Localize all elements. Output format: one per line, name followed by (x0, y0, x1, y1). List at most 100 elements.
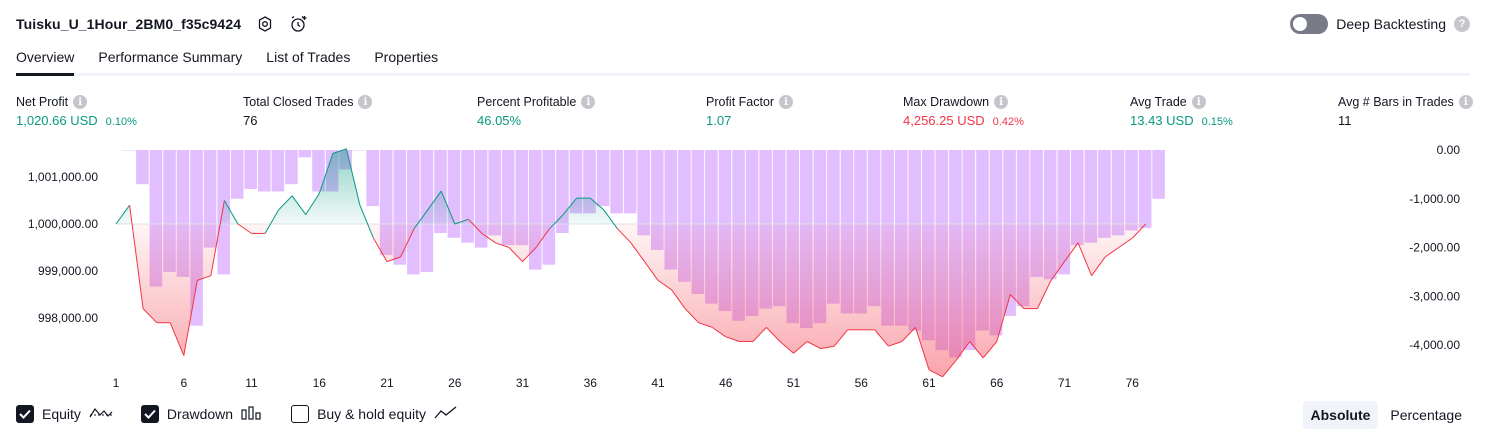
drawdown-axis-tick-label: -4,000.00 (1409, 338, 1460, 352)
metric-percent-profitable: Percent Profitable i 46.05% (477, 94, 596, 129)
info-icon[interactable]: i (779, 95, 794, 109)
metric-value: 11 (1338, 113, 1352, 128)
metric-percent: 0.10% (105, 116, 137, 128)
legend-equity[interactable]: Equity (16, 405, 113, 423)
drawdown-bar (1111, 150, 1125, 236)
tab-list-of-trades[interactable]: List of Trades (266, 44, 350, 73)
deep-backtesting-toggle[interactable] (1290, 14, 1329, 34)
drawdown-bar (122, 150, 136, 151)
metric-percent: 0.15% (1201, 116, 1233, 128)
metrics-row: Net Profit i 1,020.66 USD 0.10% Total Clos… (0, 94, 1486, 134)
equity-axis-tick-label: 999,000.00 (38, 264, 98, 278)
legend-equity-label: Equity (42, 406, 81, 422)
tab-overview[interactable]: Overview (16, 44, 75, 76)
info-icon[interactable]: i (994, 95, 1009, 109)
x-axis-tick-label: 31 (516, 376, 530, 390)
strategy-header: Tuisku_U_1Hour_2BM0_f35c9424 (16, 12, 309, 36)
drawdown-bar (447, 150, 461, 238)
drawdown-axis-tick-label: 0.00 (1437, 143, 1461, 157)
x-axis-tick-label: 16 (313, 376, 327, 390)
metric-label: Avg Trade (1130, 95, 1187, 109)
metric-value: 13.43 USD (1130, 113, 1194, 128)
drawdown-axis-tick-label: -1,000.00 (1409, 192, 1460, 206)
metric-avg-bars-in-trades: Avg # Bars in Trades i 11 (1338, 94, 1473, 129)
x-axis-tick-label: 6 (180, 376, 187, 390)
metric-value: 46.05% (477, 113, 522, 128)
legend-drawdown[interactable]: Drawdown (140, 405, 263, 423)
x-axis-tick-label: 1 (113, 376, 120, 390)
drawdown-bar (366, 150, 379, 207)
metric-avg-trade: Avg Trade i 13.43 USD 0.15% (1130, 94, 1233, 129)
metric-label: Max Drawdown (903, 95, 990, 109)
drawdown-bar (1152, 150, 1165, 199)
drawdown-checkbox[interactable] (140, 405, 159, 423)
drawdown-bar (407, 150, 420, 275)
x-axis-tick-label: 71 (1058, 376, 1072, 390)
x-axis-tick-label: 26 (448, 376, 462, 390)
percentage-button[interactable]: Percentage (1382, 401, 1470, 429)
buy-hold-checkbox[interactable] (291, 405, 310, 423)
equity-drawdown-chart[interactable]: 1,001,000.00 1,000,000.00 999,000.00 998,00… (0, 140, 1486, 396)
x-axis-tick-label: 41 (651, 376, 665, 390)
tab-properties[interactable]: Properties (374, 44, 438, 73)
metric-percent: 0.42% (992, 116, 1024, 128)
x-axis-tick-label: 56 (855, 376, 869, 390)
metric-value: 1,020.66 USD (16, 113, 98, 128)
x-axis-tick-label: 21 (380, 376, 394, 390)
value-mode-switch: Absolute Percentage (1302, 401, 1471, 429)
drawdown-bars-icon (241, 405, 263, 423)
info-icon[interactable]: i (1458, 95, 1473, 109)
legend-buy-hold-label: Buy & hold equity (317, 406, 427, 422)
help-icon[interactable]: ? (1454, 16, 1470, 32)
add-alert-icon[interactable] (289, 14, 309, 34)
deep-backtesting-label: Deep Backtesting (1336, 16, 1446, 32)
legend-buy-hold[interactable]: Buy & hold equity (291, 405, 458, 423)
drawdown-bar (271, 150, 285, 192)
metric-value: 76 (243, 113, 258, 128)
info-icon[interactable]: i (358, 95, 373, 109)
equity-axis-tick-label: 1,001,000.00 (28, 170, 98, 184)
metric-value: 4,256.25 USD (903, 113, 985, 128)
x-axis-tick-label: 46 (719, 376, 733, 390)
metric-label: Total Closed Trades (243, 95, 354, 109)
x-axis-tick-label: 76 (1126, 376, 1140, 390)
equity-axis-tick-label: 998,000.00 (38, 311, 98, 325)
drawdown-axis-tick-label: -3,000.00 (1409, 289, 1460, 303)
deep-backtesting: Deep Backtesting ? (1290, 12, 1470, 36)
metric-label: Net Profit (16, 95, 69, 109)
strategy-name: Tuisku_U_1Hour_2BM0_f35c9424 (16, 16, 242, 32)
metric-label: Profit Factor (706, 95, 775, 109)
equity-line-icon (89, 406, 113, 423)
tab-bar: Overview Performance Summary List of Tra… (16, 44, 1470, 76)
x-axis-tick-label: 11 (245, 376, 258, 390)
drawdown-bar (610, 150, 623, 214)
metric-profit-factor: Profit Factor i 1.07 (706, 94, 794, 129)
drawdown-bar (1138, 150, 1152, 229)
drawdown-bar (230, 150, 244, 199)
info-icon[interactable]: i (1191, 95, 1206, 109)
settings-icon[interactable] (255, 14, 275, 34)
equity-checkbox[interactable] (16, 405, 34, 423)
x-axis-tick-label: 36 (584, 376, 598, 390)
drawdown-bar (285, 150, 298, 185)
metric-label: Percent Profitable (477, 95, 577, 109)
metric-max-drawdown: Max Drawdown i 4,256.25 USD 0.42% (903, 94, 1024, 129)
info-icon[interactable]: i (581, 95, 596, 109)
tab-performance-summary[interactable]: Performance Summary (98, 44, 242, 73)
toggle-knob (1293, 17, 1308, 31)
absolute-button[interactable]: Absolute (1302, 401, 1379, 429)
chart-legend: Equity Drawdown Buy & hold equity (16, 403, 486, 425)
drawdown-bar (637, 150, 650, 236)
drawdown-bar (596, 150, 610, 207)
drawdown-bar (244, 150, 257, 189)
legend-drawdown-label: Drawdown (166, 406, 234, 422)
info-icon[interactable]: i (73, 95, 88, 109)
x-axis-tick-label: 66 (990, 376, 1004, 390)
drawdown-bar (136, 150, 149, 185)
metric-net-profit: Net Profit i 1,020.66 USD 0.10% (16, 94, 137, 129)
metric-total-closed-trades: Total Closed Trades i 76 (243, 94, 373, 129)
drawdown-bar (1125, 150, 1138, 231)
equity-axis-tick-label: 1,000,000.00 (28, 217, 98, 231)
metric-label: Avg # Bars in Trades (1338, 95, 1454, 109)
drawdown-axis-tick-label: -2,000.00 (1409, 241, 1460, 255)
